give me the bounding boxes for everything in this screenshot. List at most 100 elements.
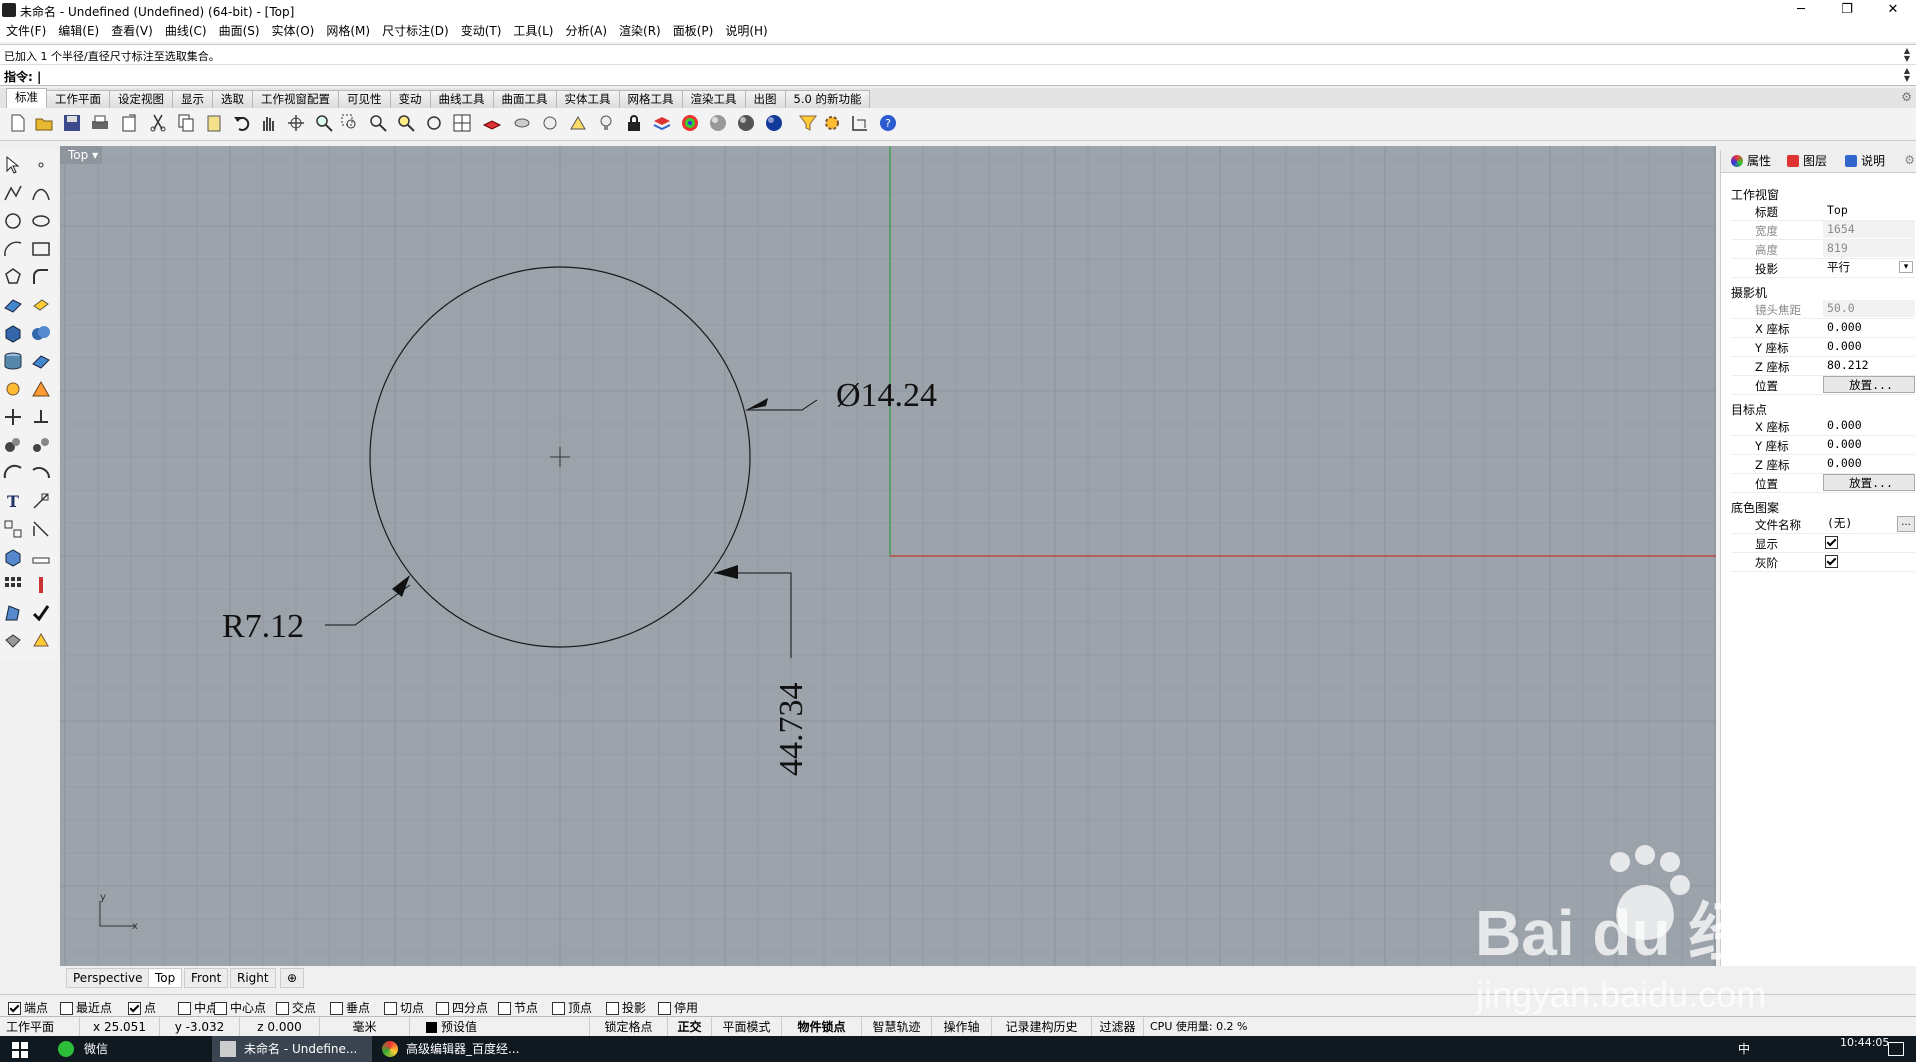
save-icon[interactable] — [62, 113, 82, 133]
history-scroll-arrows[interactable]: ▲ ▼ — [1904, 47, 1910, 63]
color-wheel-icon[interactable] — [680, 113, 700, 133]
mesh-icon[interactable] — [30, 350, 52, 372]
show-checkbox[interactable] — [1825, 536, 1838, 549]
zoom-icon[interactable] — [314, 113, 334, 133]
status-osnap[interactable]: 物件锁点 — [782, 1017, 862, 1037]
polygon-tool-icon[interactable] — [2, 266, 24, 288]
render-sphere-icon[interactable] — [764, 113, 784, 133]
panel-settings-gear-icon[interactable]: ⚙ — [1904, 153, 1915, 167]
command-line[interactable]: 指令: | ▲ ▼ — [0, 64, 1916, 86]
osnap-9[interactable]: 节点 — [498, 999, 538, 1016]
move-icon[interactable] — [2, 406, 24, 428]
vp-tab-perspective[interactable]: Perspective — [66, 968, 150, 988]
command-prompt[interactable]: 指令: | — [4, 68, 41, 85]
osnap-8[interactable]: 四分点 — [436, 999, 488, 1016]
cube-view-icon[interactable] — [2, 546, 24, 568]
vp-tab-add[interactable]: ⊕ — [280, 968, 305, 988]
menu-view[interactable]: 查看(V) — [105, 20, 159, 42]
tab-set-view[interactable]: 设定视图 — [109, 90, 173, 108]
lock-icon[interactable] — [624, 113, 644, 133]
ime-indicator[interactable]: 中 — [1738, 1040, 1750, 1057]
minimize-button[interactable]: ─ — [1778, 0, 1824, 20]
arc-tool-icon[interactable] — [2, 238, 24, 260]
cut-icon[interactable] — [148, 113, 168, 133]
tab-cplanes[interactable]: 工作平面 — [46, 90, 110, 108]
tab-properties[interactable]: 属性 — [1729, 152, 1771, 170]
windows-start-icon[interactable] — [12, 1042, 28, 1058]
menu-tools[interactable]: 工具(L) — [507, 20, 559, 42]
status-planar[interactable]: 平面模式 — [712, 1017, 782, 1037]
solid-edit-icon[interactable] — [2, 630, 24, 652]
osnap-checkbox[interactable] — [60, 1002, 73, 1015]
command-scroll-arrows[interactable]: ▲ ▼ — [1904, 67, 1910, 83]
target-x-field[interactable]: 0.000 — [1823, 417, 1915, 434]
light-bulb-icon[interactable] — [596, 113, 616, 133]
status-cplane[interactable]: 工作平面 — [0, 1017, 80, 1037]
surface-from-points-icon[interactable] — [2, 294, 24, 316]
osnap-7[interactable]: 切点 — [384, 999, 424, 1016]
new-file-icon[interactable] — [8, 113, 28, 133]
toolbar-settings-gear-icon[interactable]: ⚙ — [1901, 90, 1912, 104]
tab-mesh-tools[interactable]: 网格工具 — [618, 90, 683, 108]
surface-edit-icon[interactable] — [2, 602, 24, 624]
copy-icon[interactable] — [176, 113, 196, 133]
osnap-checkbox[interactable] — [178, 1002, 191, 1015]
split-icon[interactable] — [2, 462, 24, 484]
camera-place-button[interactable]: 放置... — [1823, 376, 1915, 393]
grayscale-checkbox[interactable] — [1825, 555, 1838, 568]
tab-transform[interactable]: 变动 — [389, 90, 431, 108]
point-icon[interactable] — [30, 154, 52, 176]
box-solid-icon[interactable] — [2, 322, 24, 344]
rendered-sphere-icon[interactable] — [736, 113, 756, 133]
dimension-tool-icon[interactable] — [30, 490, 52, 512]
tab-visibility[interactable]: 可见性 — [338, 90, 391, 108]
osnap-checkbox[interactable] — [214, 1002, 227, 1015]
osnap-12[interactable]: 停用 — [658, 999, 698, 1016]
vertical-dimension-text[interactable]: 44.734 — [773, 683, 810, 777]
camera-x-field[interactable]: 0.000 — [1823, 319, 1915, 336]
vp-tab-right[interactable]: Right — [230, 968, 276, 988]
status-record-history[interactable]: 记录建构历史 — [992, 1017, 1092, 1037]
menu-mesh[interactable]: 网格(M) — [320, 20, 376, 42]
top-viewport[interactable]: Ø14.24 R7.12 44.734 y x Top ▾ — [60, 146, 1716, 966]
tab-display[interactable]: 显示 — [172, 90, 213, 108]
tab-new-in-v5[interactable]: 5.0 的新功能 — [784, 90, 871, 108]
undo-view-icon[interactable] — [424, 113, 444, 133]
menu-transform[interactable]: 变动(T) — [455, 20, 508, 42]
menu-curve[interactable]: 曲线(C) — [159, 20, 213, 42]
dimension-icon[interactable] — [850, 113, 870, 133]
project-icon[interactable] — [30, 518, 52, 540]
cylinder-icon[interactable] — [2, 350, 24, 372]
osnap-checkbox[interactable] — [436, 1002, 449, 1015]
target-place-button[interactable]: 放置... — [1823, 474, 1915, 491]
close-button[interactable]: ✕ — [1870, 0, 1916, 20]
undo-icon[interactable] — [232, 113, 252, 133]
viewport-canvas[interactable]: Ø14.24 R7.12 44.734 y x — [60, 146, 1716, 966]
curve-cv-icon[interactable] — [30, 182, 52, 204]
trim-icon[interactable] — [30, 462, 52, 484]
osnap-checkbox[interactable] — [658, 1002, 671, 1015]
options-gear-icon[interactable] — [822, 113, 842, 133]
osnap-0[interactable]: 端点 — [8, 999, 48, 1016]
target-z-field[interactable]: 0.000 — [1823, 455, 1915, 472]
menu-panels[interactable]: 面板(P) — [667, 20, 720, 42]
ortho-icon[interactable] — [540, 113, 560, 133]
filter-icon[interactable] — [798, 113, 818, 133]
open-folder-icon[interactable] — [34, 113, 54, 133]
ruler-icon[interactable] — [30, 546, 52, 568]
paste-icon[interactable] — [204, 113, 224, 133]
boolean-union-icon[interactable] — [30, 322, 52, 344]
camera-z-field[interactable]: 80.212 — [1823, 357, 1915, 374]
taskbar-app-wechat[interactable]: 微信 — [84, 1040, 108, 1057]
radius-dimension-text[interactable]: R7.12 — [222, 608, 304, 645]
status-layer[interactable]: 预设值 — [410, 1017, 590, 1037]
taskbar-app-rhino[interactable]: 未命名 - Undefine... — [244, 1040, 357, 1057]
rotate-view-icon[interactable] — [286, 113, 306, 133]
group-icon[interactable] — [2, 434, 24, 456]
status-grid-snap[interactable]: 锁定格点 — [590, 1017, 668, 1037]
tab-drafting[interactable]: 出图 — [744, 90, 786, 108]
shaded-sphere-icon[interactable] — [708, 113, 728, 133]
osnap-11[interactable]: 投影 — [606, 999, 646, 1016]
notification-icon[interactable] — [1888, 1042, 1904, 1056]
menu-edit[interactable]: 编辑(E) — [52, 20, 105, 42]
